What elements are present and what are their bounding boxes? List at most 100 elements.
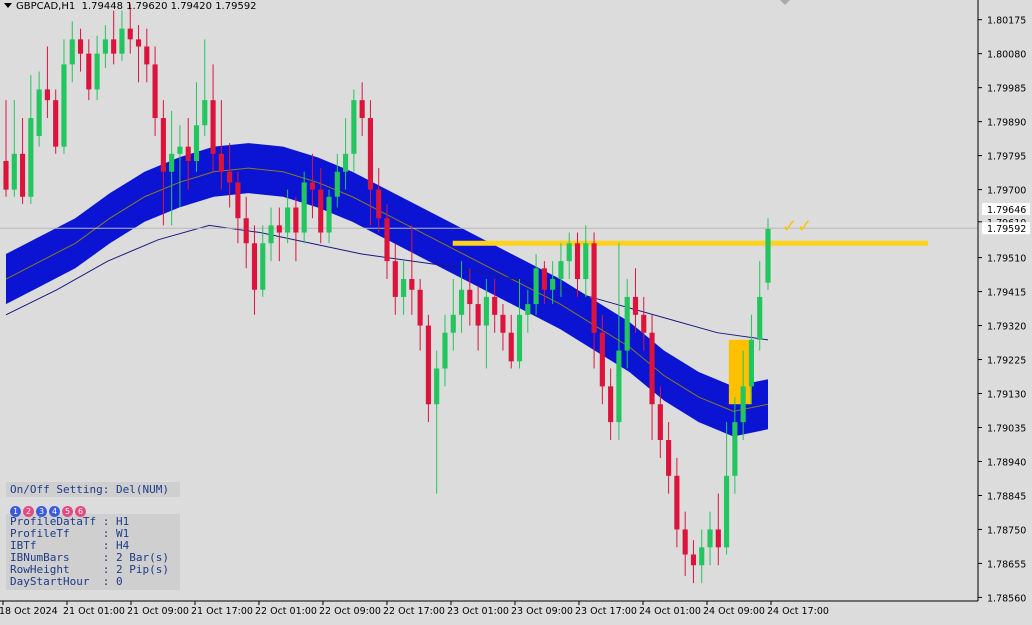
candle-body[interactable]: [19, 153, 26, 197]
candle-body[interactable]: [417, 289, 423, 326]
candle-body[interactable]: [475, 304, 481, 326]
candle-body[interactable]: [525, 304, 531, 315]
candle-body[interactable]: [318, 189, 324, 233]
candle-body[interactable]: [127, 28, 133, 40]
candle-body[interactable]: [202, 100, 208, 126]
candle-body[interactable]: [740, 386, 746, 423]
candle-body[interactable]: [177, 146, 183, 154]
candle-body[interactable]: [384, 218, 390, 262]
candle-body[interactable]: [450, 314, 456, 333]
candle-body[interactable]: [508, 332, 514, 362]
candle-body[interactable]: [144, 46, 150, 65]
candle-body[interactable]: [301, 182, 307, 233]
candle-body[interactable]: [467, 289, 473, 305]
candle-body[interactable]: [160, 118, 166, 172]
candle-body[interactable]: [765, 228, 771, 283]
candle-body[interactable]: [434, 368, 440, 405]
candle-body[interactable]: [500, 314, 506, 333]
chart-title: GBPCAD,H1 1.79448 1.79620 1.79420 1.7959…: [4, 1, 257, 12]
time-label: 21 Oct 17:00: [191, 606, 253, 617]
candle-body[interactable]: [210, 100, 216, 154]
candle-body[interactable]: [558, 261, 564, 280]
candle-body[interactable]: [351, 100, 357, 154]
candle-body[interactable]: [699, 547, 705, 566]
candle-body[interactable]: [649, 332, 655, 405]
candle-body[interactable]: [53, 100, 59, 147]
candle-body[interactable]: [574, 243, 581, 280]
candle-body[interactable]: [243, 218, 249, 244]
candle-body[interactable]: [732, 422, 738, 476]
candle-body[interactable]: [69, 39, 75, 65]
candle-body[interactable]: [293, 207, 299, 233]
candle-body[interactable]: [666, 440, 672, 476]
candle-body[interactable]: [185, 146, 191, 161]
candle-body[interactable]: [715, 529, 721, 548]
candle-body[interactable]: [591, 243, 597, 333]
candle-body[interactable]: [599, 332, 605, 387]
candle-body[interactable]: [657, 404, 663, 441]
time-label: 22 Oct 09:00: [319, 606, 381, 617]
candle-body[interactable]: [674, 475, 680, 530]
candle-body[interactable]: [227, 171, 233, 183]
candle-body[interactable]: [119, 28, 125, 54]
price-label: 1.79130: [987, 390, 1026, 401]
candle-body[interactable]: [682, 529, 688, 555]
candle-body[interactable]: [516, 314, 523, 362]
candle-body[interactable]: [111, 39, 117, 54]
candle-body[interactable]: [276, 225, 282, 233]
candle-body[interactable]: [608, 386, 614, 423]
candle-body[interactable]: [583, 243, 589, 280]
candle-body[interactable]: [326, 196, 332, 233]
candle-body[interactable]: [94, 53, 100, 90]
candle-body[interactable]: [442, 332, 448, 369]
candle-body[interactable]: [359, 100, 365, 119]
candle-body[interactable]: [425, 325, 431, 405]
candle-body[interactable]: [566, 243, 572, 262]
candle-body[interactable]: [28, 118, 34, 197]
candle-body[interactable]: [77, 39, 84, 54]
candle-body[interactable]: [533, 268, 539, 305]
candle-body[interactable]: [193, 125, 200, 161]
candle-body[interactable]: [724, 475, 730, 548]
candle-body[interactable]: [235, 182, 241, 219]
candle-body[interactable]: [483, 296, 489, 326]
dropdown-triangle-icon[interactable]: [4, 3, 12, 8]
candle-body[interactable]: [541, 268, 547, 290]
candle-body[interactable]: [61, 64, 67, 147]
candle-body[interactable]: [309, 182, 316, 190]
time-label: 22 Oct 01:00: [255, 606, 317, 617]
candle-body[interactable]: [36, 89, 42, 136]
candle-body[interactable]: [409, 279, 415, 290]
candle-body[interactable]: [757, 296, 763, 340]
candle-body[interactable]: [285, 207, 291, 233]
candle-body[interactable]: [376, 189, 382, 219]
candle-body[interactable]: [707, 529, 713, 548]
candle-body[interactable]: [400, 279, 407, 297]
candle-body[interactable]: [268, 225, 274, 244]
candle-body[interactable]: [748, 339, 755, 387]
time-label: 23 Oct 17:00: [575, 606, 637, 617]
candle-body[interactable]: [152, 64, 158, 119]
candle-body[interactable]: [616, 350, 622, 423]
candle-body[interactable]: [135, 39, 142, 47]
candle-body[interactable]: [334, 171, 340, 197]
candle-body[interactable]: [218, 153, 224, 172]
candle-body[interactable]: [3, 160, 9, 190]
candle-body[interactable]: [492, 296, 498, 315]
candle-body[interactable]: [169, 153, 175, 172]
candle-body[interactable]: [44, 89, 50, 101]
candle-body[interactable]: [632, 296, 639, 315]
candle-body[interactable]: [11, 153, 17, 190]
candle-body[interactable]: [641, 314, 647, 333]
candle-body[interactable]: [251, 243, 258, 290]
candle-body[interactable]: [343, 153, 349, 172]
candle-body[interactable]: [367, 118, 374, 190]
candle-body[interactable]: [550, 279, 556, 290]
candle-body[interactable]: [260, 243, 266, 290]
candle-body[interactable]: [392, 261, 398, 297]
candle-body[interactable]: [690, 554, 697, 566]
candle-body[interactable]: [86, 53, 92, 90]
candle-body[interactable]: [102, 39, 108, 54]
candle-body[interactable]: [624, 296, 630, 351]
candle-body[interactable]: [458, 289, 465, 315]
